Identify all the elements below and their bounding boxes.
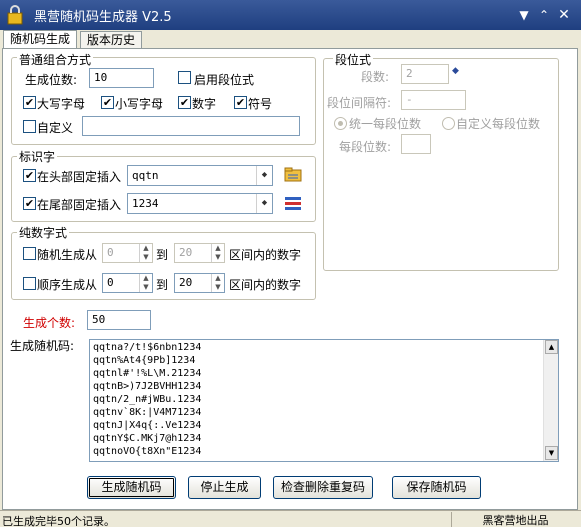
output-line: qqtnJ|X4q{:.Ve1234 [93,420,202,431]
dropdown-icon[interactable]: ▼ [516,7,532,23]
head-label: 在头部固定插入 [37,170,122,184]
uniform-radio[interactable] [334,117,347,130]
spin-updown-icon[interactable]: ▲ ▼ [139,244,152,262]
seg-count-label: 段数: [361,70,390,84]
seq-checkbox[interactable] [23,277,36,290]
random-from-value: 0 [107,246,114,259]
to-label-2: 到 [156,278,169,292]
output-line: qqtnB>)7J2BVHH1234 [93,381,202,392]
output-label: 生成随机码: [10,339,75,353]
custom-each-label: 自定义每段位数 [456,117,541,131]
range-label-1: 区间内的数字 [229,248,302,262]
per-seg-label: 每段位数: [339,140,392,154]
main-panel: 普通组合方式 生成位数: 10 启用段位式 ✔ 大写字母 ✔ 小写字母 ✔ 数字… [2,48,578,510]
tab-generate[interactable]: 随机码生成 [3,30,78,49]
sep-label: 段位间隔符: [327,96,392,110]
custom-input[interactable] [82,116,300,136]
random-label: 随机生成从 [37,248,98,262]
custom-each-radio[interactable] [442,117,455,130]
per-seg-input[interactable] [401,134,431,154]
seq-from-value: 0 [107,276,114,289]
seq-to-stepper[interactable]: 20 ▲ ▼ [174,273,225,293]
to-label-1: 到 [156,248,169,262]
list-icon[interactable] [284,195,302,211]
spin-updown-icon[interactable]: ▲ ▼ [139,274,152,292]
custom-checkbox[interactable] [23,120,36,133]
tail-label: 在尾部固定插入 [37,198,122,212]
output-line: qqtn/2_n#jWBu.1234 [93,394,202,405]
seq-label: 顺序生成从 [37,278,98,292]
tail-checkbox[interactable]: ✔ [23,197,36,210]
spin-updown-icon[interactable]: ▲ ▼ [211,274,224,292]
status-credit: 黑客营地出品 [451,512,579,527]
random-from-stepper[interactable]: 0 ▲ ▼ [102,243,153,263]
seq-from-stepper[interactable]: 0 ▲ ▼ [102,273,153,293]
seg-count-input[interactable]: 2 [401,64,449,84]
head-checkbox[interactable]: ✔ [23,169,36,182]
group-mark-title: 标识字 [17,148,58,165]
dedupe-button[interactable]: 检查删除重复码 [273,476,373,499]
output-textarea[interactable]: qqtna?/t!$6nbn1234 qqtn%At4{9Pb]1234 qqt… [89,339,559,462]
symbol-label: 符号 [248,97,273,111]
gen-count-input[interactable]: 50 [87,310,151,330]
group-normal-title: 普通组合方式 [17,51,94,68]
random-to-stepper[interactable]: 20 ▲ ▼ [174,243,225,263]
output-line: qqtnoVO{t8Xn"E1234 [93,446,202,457]
tab-bar: 随机码生成 版本历史 [0,30,581,49]
digit-label: 数字 [192,97,217,111]
digit-checkbox[interactable]: ✔ [178,96,191,109]
custom-label: 自定义 [37,121,74,135]
generate-button[interactable]: 生成随机码 [87,476,176,499]
output-line: qqtnl#'!%L\M.21234 [93,368,202,379]
tab-history[interactable]: 版本历史 [80,31,143,49]
window-title: 黑营随机码生成器 V2.5 [34,10,172,25]
output-line: qqtna?/t!$6nbn1234 [93,342,202,353]
scroll-up-icon[interactable]: ▲ [545,340,558,354]
gen-count-label: 生成个数: [23,316,76,330]
close-icon[interactable]: ✕ [556,7,572,23]
random-to-value: 20 [179,246,193,259]
range-label-2: 区间内的数字 [229,278,302,292]
upper-checkbox[interactable]: ✔ [23,96,36,109]
symbol-checkbox[interactable]: ✔ [234,96,247,109]
stop-button[interactable]: 停止生成 [188,476,261,499]
head-combo[interactable]: qqtn ◆ [127,165,273,186]
group-segment-title: 段位式 [333,51,374,68]
output-scrollbar[interactable]: ▲ ▼ [543,340,558,461]
lock-icon [7,5,23,25]
tail-value: 1234 [132,197,159,210]
seq-to-value: 20 [179,276,193,289]
output-line: qqtn%At4{9Pb]1234 [93,355,196,366]
sep-input[interactable]: - [401,90,466,110]
random-checkbox[interactable] [23,247,36,260]
lower-checkbox[interactable]: ✔ [101,96,114,109]
count-label: 生成位数: [25,73,78,87]
uniform-label: 统一每段位数 [349,117,422,131]
enable-segment-checkbox[interactable] [178,71,191,84]
seg-count-spin-icon[interactable]: ◆ [452,66,459,76]
group-pure-title: 纯数字式 [17,224,70,241]
folder-icon[interactable] [284,166,302,182]
enable-segment-label: 启用段位式 [194,73,255,87]
tail-combo[interactable]: 1234 ◆ [127,193,273,214]
count-input[interactable]: 10 [89,68,154,88]
chevron-down-icon[interactable]: ◆ [256,194,272,213]
title-bar: 黑营随机码生成器 V2.5 ▼ ⌃ ✕ [0,0,581,30]
minimize-up-icon[interactable]: ⌃ [536,7,552,23]
output-line: qqtnv`8K:|V4M71234 [93,407,202,418]
save-button[interactable]: 保存随机码 [392,476,481,499]
head-value: qqtn [132,169,159,182]
spin-updown-icon[interactable]: ▲ ▼ [211,244,224,262]
output-line: qqtnY$C.MKj7@h1234 [93,433,202,444]
lower-label: 小写字母 [115,97,164,111]
chevron-down-icon[interactable]: ◆ [256,166,272,185]
scroll-down-icon[interactable]: ▼ [545,446,558,460]
status-bar: 已生成完毕50个记录。 黑客营地出品 [0,510,581,527]
upper-label: 大写字母 [37,97,86,111]
status-text: 已生成完毕50个记录。 [2,515,115,527]
